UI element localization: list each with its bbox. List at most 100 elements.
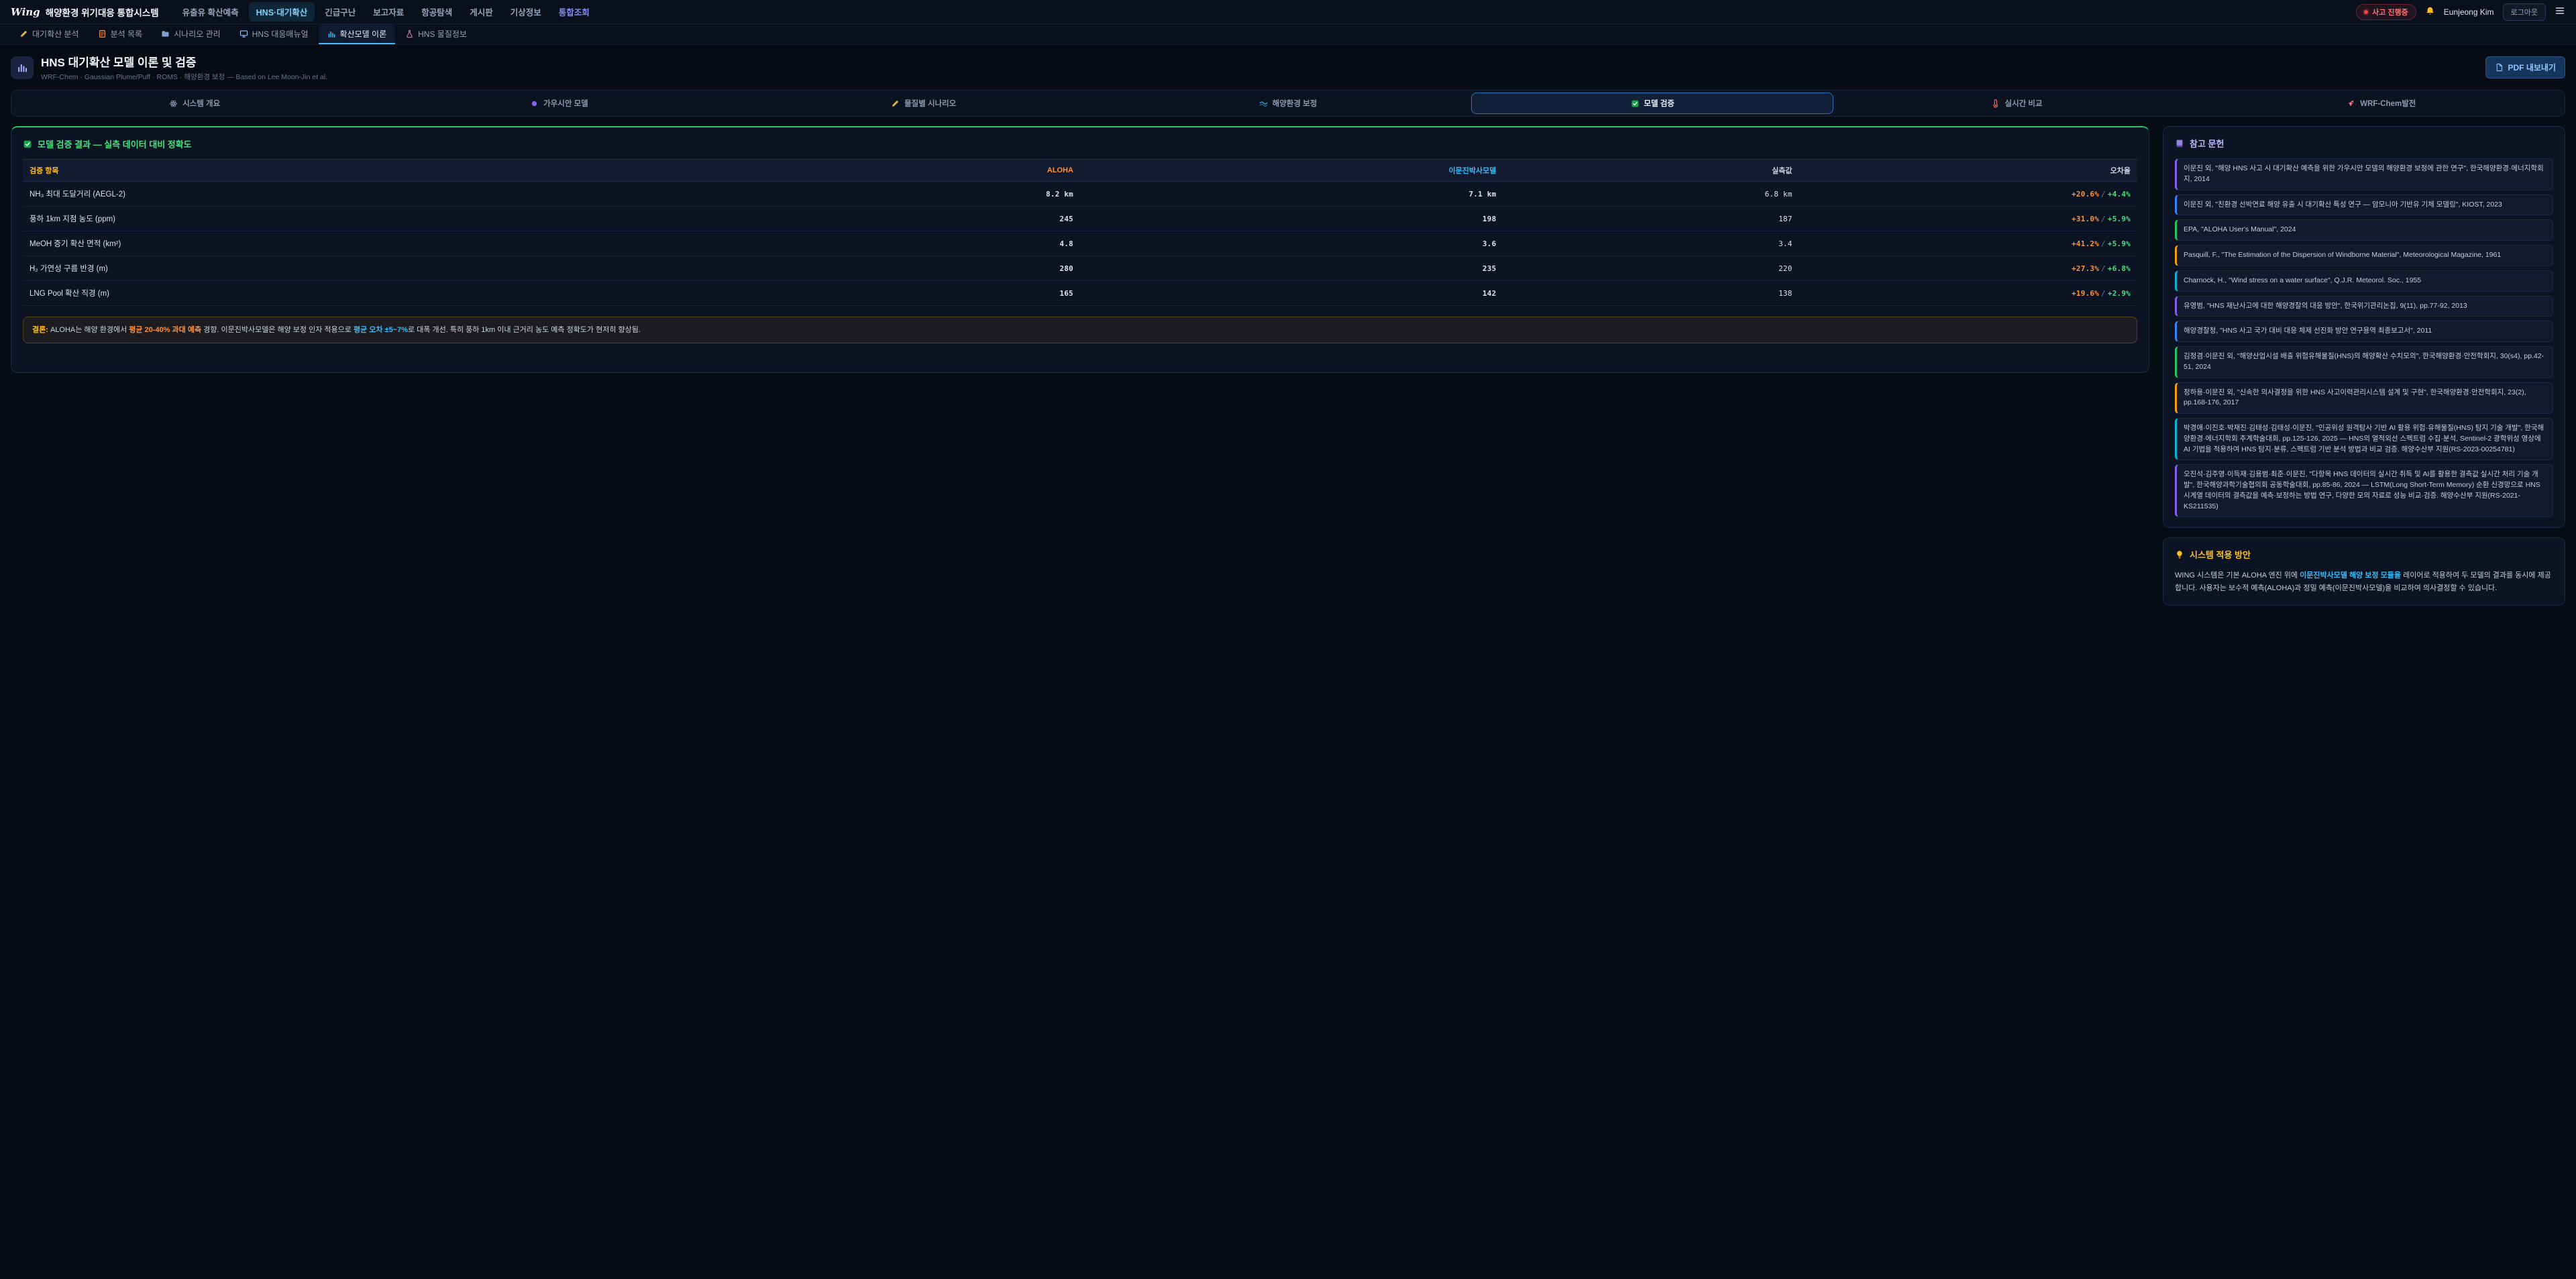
application-title: 시스템 적용 방안 <box>2175 548 2553 561</box>
cell-item: MeOH 증기 확산 면적 (km²) <box>23 231 742 256</box>
cell-model-value: 142 <box>1080 281 1503 306</box>
reference-item: 오진석·김주영·이득재·김용범·최준·이문진, "다항목 HNS 데이터의 실시… <box>2175 464 2553 517</box>
nav-item[interactable]: HNS·대기확산 <box>249 2 315 21</box>
application-panel: 시스템 적용 방안 WING 시스템은 기본 ALOHA 엔진 위에 이문진박사… <box>2163 537 2565 605</box>
validation-panel: 모델 검증 결과 — 실측 데이터 대비 정확도 검증 항목 ALOHA 이문진… <box>11 126 2149 373</box>
validation-table-row: NH₃ 최대 도달거리 (AEGL-2) 8.2 km 7.1 km 6.8 k… <box>23 182 2137 207</box>
pdf-export-button[interactable]: PDF 내보내기 <box>2485 56 2566 78</box>
cell-item: LNG Pool 확산 직경 (m) <box>23 281 742 306</box>
lightbulb-icon <box>2175 550 2184 559</box>
validation-table-row: H₂ 가연성 구름 반경 (m) 280 235 220 +27.3%/+6.8… <box>23 256 2137 281</box>
book-icon <box>2175 139 2184 148</box>
tab-marine-environment-correction[interactable]: 해양환경 보정 <box>1107 93 1469 114</box>
main-nav: 유출유 확산예측 HNS·대기확산 긴급구난 보고자료 항공탐색 게시판 기상정… <box>175 2 597 21</box>
col-header-error: 오차율 <box>1799 160 2137 182</box>
main-content: 모델 검증 결과 — 실측 데이터 대비 정확도 검증 항목 ALOHA 이문진… <box>11 126 2565 626</box>
page-subtitle: WRF-Chem · Gaussian Plume/Puff · ROMS · … <box>41 72 327 82</box>
check-square-icon <box>1631 99 1640 108</box>
cell-aloha-value: 280 <box>742 256 1080 281</box>
hamburger-menu-icon[interactable] <box>2555 5 2565 18</box>
subtab-analysis-list[interactable]: 분석 목록 <box>89 24 152 44</box>
document-icon <box>2495 63 2504 72</box>
cell-error-rate: +19.6%/+2.9% <box>1799 281 2137 306</box>
brand: Wing 해양환경 위기대응 통합시스템 <box>11 5 159 19</box>
incident-status-badge[interactable]: 사고 진행중 <box>2356 4 2416 20</box>
wave-icon <box>1259 99 1268 108</box>
reference-item: Pasquill, F., "The Estimation of the Dis… <box>2175 245 2553 266</box>
cell-error-rate: +20.6%/+4.4% <box>1799 182 2137 207</box>
thermometer-icon <box>1991 99 2000 108</box>
monitor-icon <box>239 30 248 38</box>
atom-icon <box>169 99 178 108</box>
cell-error-rate: +31.0%/+5.9% <box>1799 207 2137 231</box>
subtab-hns-substance-info[interactable]: HNS 물질정보 <box>396 24 476 44</box>
cell-model-value: 235 <box>1080 256 1503 281</box>
cell-model-value: 198 <box>1080 207 1503 231</box>
references-panel: 참고 문헌 이문진 외, "해양 HNS 사고 시 대기확산 예측을 위한 가우… <box>2163 126 2565 528</box>
user-name: Eunjeong Kim <box>2444 7 2494 17</box>
reference-item: EPA, "ALOHA User's Manual", 2024 <box>2175 219 2553 241</box>
validation-table-row: LNG Pool 확산 직경 (m) 165 142 138 +19.6%/+2… <box>23 281 2137 306</box>
page-title: HNS 대기확산 모델 이론 및 검증 <box>41 53 327 70</box>
bar-chart-icon <box>11 56 34 79</box>
cell-measured-value: 3.4 <box>1503 231 1799 256</box>
tab-substance-scenarios[interactable]: 물질별 시나리오 <box>743 93 1105 114</box>
cell-aloha-value: 245 <box>742 207 1080 231</box>
cell-model-value: 3.6 <box>1080 231 1503 256</box>
nav-item[interactable]: 보고자료 <box>366 2 411 21</box>
app-logo[interactable]: Wing <box>11 6 40 18</box>
validation-title: 모델 검증 결과 — 실측 데이터 대비 정확도 <box>23 137 2137 150</box>
reference-list: 이문진 외, "해양 HNS 사고 시 대기확산 예측을 위한 가우시안 모델의… <box>2175 158 2553 517</box>
col-header-measured: 실측값 <box>1503 160 1799 182</box>
cell-measured-value: 6.8 km <box>1503 182 1799 207</box>
notification-bell-icon[interactable] <box>2425 6 2435 18</box>
gaussian-dot-icon <box>530 99 539 108</box>
reference-item: 이문진 외, "친환경 선박연료 해양 유출 시 대기확산 특성 연구 — 암모… <box>2175 194 2553 216</box>
validation-table: 검증 항목 ALOHA 이문진박사모델 실측값 오차율 NH₃ 최대 도달거리 … <box>23 159 2137 306</box>
nav-item[interactable]: 항공탐색 <box>414 2 460 21</box>
incident-status-label: 사고 진행중 <box>2372 7 2408 17</box>
cell-aloha-value: 4.8 <box>742 231 1080 256</box>
cell-measured-value: 138 <box>1503 281 1799 306</box>
notebook-icon <box>98 30 107 38</box>
top-navbar: Wing 해양환경 위기대응 통합시스템 유출유 확산예측 HNS·대기확산 긴… <box>0 0 2576 24</box>
flask-icon <box>405 30 414 38</box>
reference-item: 이문진 외, "해양 HNS 사고 시 대기확산 예측을 위한 가우시안 모델의… <box>2175 158 2553 190</box>
subtab-atmospheric-analysis[interactable]: 대기확산 분석 <box>11 24 88 44</box>
validation-table-row: MeOH 증기 확산 면적 (km²) 4.8 3.6 3.4 +41.2%/+… <box>23 231 2137 256</box>
reference-item: 유영범, "HNS 재난사고에 대한 해양경찰의 대응 방안", 한국위기관리논… <box>2175 296 2553 317</box>
reference-item: 박경애·이진호·박재진·김태성·김태성·이문진, "인공위성 원격탐사 기반 A… <box>2175 418 2553 460</box>
nav-item[interactable]: 기상정보 <box>503 2 549 21</box>
nav-item[interactable]: 긴급구난 <box>317 2 363 21</box>
reference-item: 해양경찰청, "HNS 사고 국가 대비 대응 체제 선진화 방안 연구용역 최… <box>2175 321 2553 342</box>
tab-model-validation[interactable]: 모델 검증 <box>1471 93 1833 114</box>
tab-realtime-comparison[interactable]: 실시간 비교 <box>1835 93 2198 114</box>
chart-icon <box>327 30 336 38</box>
subtab-hns-response-manual[interactable]: HNS 대응매뉴얼 <box>231 24 317 44</box>
nav-item[interactable]: 게시판 <box>462 2 500 21</box>
table-header-row: 검증 항목 ALOHA 이문진박사모델 실측값 오차율 <box>23 160 2137 182</box>
nav-item[interactable]: 통합조회 <box>551 2 597 21</box>
cell-item: NH₃ 최대 도달거리 (AEGL-2) <box>23 182 742 207</box>
nav-item[interactable]: 유출유 확산예측 <box>175 2 246 21</box>
tab-system-overview[interactable]: 시스템 개요 <box>13 93 376 114</box>
page-header: HNS 대기확산 모델 이론 및 검증 WRF-Chem · Gaussian … <box>0 45 2576 89</box>
section-tabs: 시스템 개요 가우시안 모델 물질별 시나리오 해양환경 보정 모델 검증 실시… <box>11 90 2565 117</box>
tab-gaussian-model[interactable]: 가우시안 모델 <box>378 93 740 114</box>
folder-icon <box>161 30 170 38</box>
cell-item: 풍하 1km 지점 농도 (ppm) <box>23 207 742 231</box>
reference-item: 정하용·이문진 외, "신속한 의사결정을 위한 HNS 사고이력관리시스템 설… <box>2175 382 2553 414</box>
reference-item: 김정겸·이문진 외, "해양산업시설 배출 위험유해물질(HNS)의 해양확산 … <box>2175 346 2553 378</box>
validation-table-row: 풍하 1km 지점 농도 (ppm) 245 198 187 +31.0%/+5… <box>23 207 2137 231</box>
check-square-icon <box>23 140 32 149</box>
incident-pulse-icon <box>2364 10 2368 14</box>
app-title: 해양환경 위기대응 통합시스템 <box>46 5 159 19</box>
cell-aloha-value: 165 <box>742 281 1080 306</box>
logout-button[interactable]: 로그아웃 <box>2503 3 2546 21</box>
subtab-scenario-management[interactable]: 시나리오 관리 <box>152 24 229 44</box>
subtab-diffusion-model-theory[interactable]: 확산모델 이론 <box>319 24 396 44</box>
cell-item: H₂ 가연성 구름 반경 (m) <box>23 256 742 281</box>
col-header-model: 이문진박사모델 <box>1080 160 1503 182</box>
tab-wrf-chem-advancement[interactable]: WRF-Chem발전 <box>2200 93 2563 114</box>
col-header-item: 검증 항목 <box>23 160 742 182</box>
